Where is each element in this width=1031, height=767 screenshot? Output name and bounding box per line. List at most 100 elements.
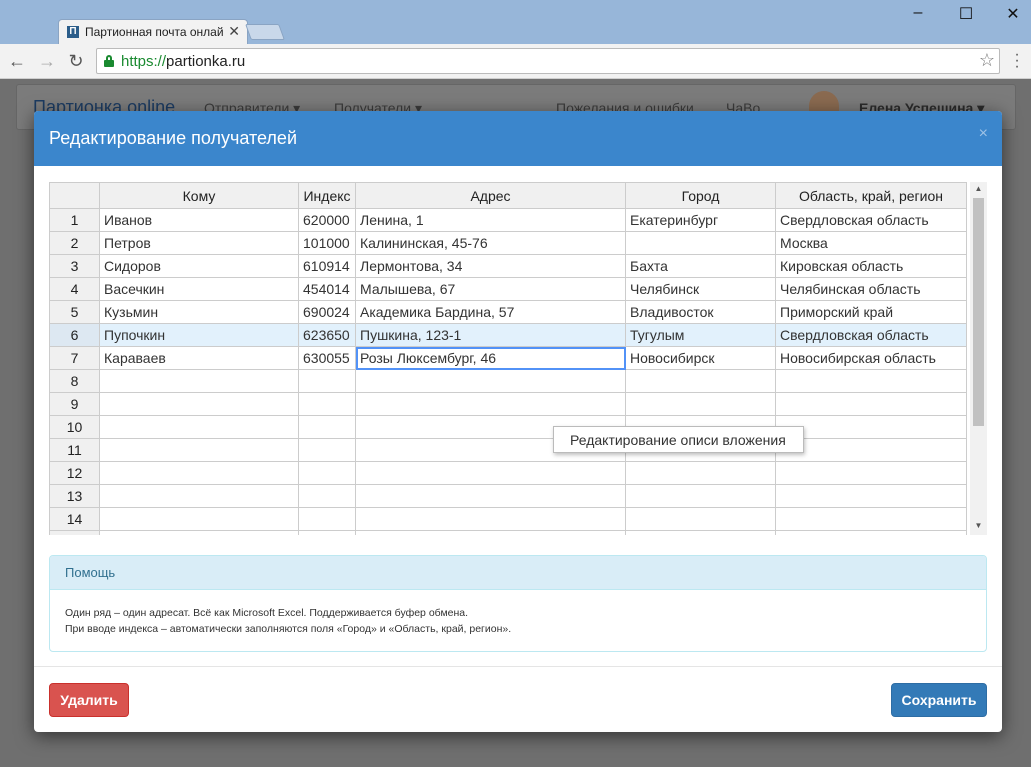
- cell-address[interactable]: [355, 507, 626, 531]
- cell-to[interactable]: [99, 392, 299, 416]
- cell-index[interactable]: [298, 369, 356, 393]
- cell-address[interactable]: [355, 530, 626, 535]
- column-header-address[interactable]: Адрес: [355, 182, 626, 209]
- cell-index[interactable]: [298, 484, 356, 508]
- row-number[interactable]: 11: [49, 438, 100, 462]
- column-header-index[interactable]: Индекс: [298, 182, 356, 209]
- row-number[interactable]: 3: [49, 254, 100, 278]
- cell-city[interactable]: [625, 461, 776, 485]
- cell-address[interactable]: Пушкина, 123-1: [355, 323, 626, 347]
- cell-city[interactable]: [625, 507, 776, 531]
- cell-address[interactable]: [355, 392, 626, 416]
- cell-region[interactable]: [775, 392, 967, 416]
- cell-city[interactable]: Тугулым: [625, 323, 776, 347]
- cell-to[interactable]: [99, 461, 299, 485]
- cell-city[interactable]: [625, 369, 776, 393]
- cell-region[interactable]: Челябинская область: [775, 277, 967, 301]
- cell-region[interactable]: Свердловская область: [775, 323, 967, 347]
- address-bar[interactable]: https://partionka.ru ☆: [96, 48, 1000, 74]
- cell-city[interactable]: Новосибирск: [625, 346, 776, 370]
- row-number[interactable]: 12: [49, 461, 100, 485]
- row-number[interactable]: 8: [49, 369, 100, 393]
- cell-region[interactable]: Новосибирская область: [775, 346, 967, 370]
- cell-to[interactable]: Караваев: [99, 346, 299, 370]
- cell-region[interactable]: [775, 369, 967, 393]
- cell-index[interactable]: 690024: [298, 300, 356, 324]
- cell-address[interactable]: Ленина, 1: [355, 208, 626, 232]
- cell-city[interactable]: Челябинск: [625, 277, 776, 301]
- cell-to[interactable]: Кузьмин: [99, 300, 299, 324]
- maximize-icon[interactable]: ☐: [954, 4, 978, 24]
- cell-city[interactable]: Владивосток: [625, 300, 776, 324]
- close-icon[interactable]: ×: [979, 125, 988, 143]
- cell-index[interactable]: 610914: [298, 254, 356, 278]
- cell-city[interactable]: [625, 530, 776, 535]
- reload-icon[interactable]: ↻: [65, 50, 87, 72]
- browser-menu-icon[interactable]: · · ·: [1010, 47, 1024, 75]
- grid-scrollbar[interactable]: ▲ ▼: [970, 182, 987, 535]
- row-number[interactable]: 6: [49, 323, 100, 347]
- row-number[interactable]: 1: [49, 208, 100, 232]
- column-header-to[interactable]: Кому: [99, 182, 299, 209]
- cell-to[interactable]: [99, 507, 299, 531]
- cell-city[interactable]: Екатеринбург: [625, 208, 776, 232]
- row-number[interactable]: 14: [49, 507, 100, 531]
- cell-region[interactable]: Свердловская область: [775, 208, 967, 232]
- close-tab-icon[interactable]: ✕: [228, 23, 240, 40]
- cell-index[interactable]: [298, 461, 356, 485]
- cell-index[interactable]: 620000: [298, 208, 356, 232]
- cell-region[interactable]: Приморский край: [775, 300, 967, 324]
- cell-address[interactable]: [355, 461, 626, 485]
- cell-region[interactable]: [775, 530, 967, 535]
- forward-arrow-icon[interactable]: →: [36, 50, 58, 72]
- cell-region[interactable]: [775, 415, 967, 439]
- scrollbar-thumb[interactable]: [973, 198, 984, 426]
- row-number[interactable]: 13: [49, 484, 100, 508]
- cell-region[interactable]: [775, 438, 967, 462]
- row-number[interactable]: 5: [49, 300, 100, 324]
- cell-city[interactable]: Бахта: [625, 254, 776, 278]
- delete-button[interactable]: Удалить: [49, 683, 129, 717]
- cell-to[interactable]: Иванов: [99, 208, 299, 232]
- row-number[interactable]: 9: [49, 392, 100, 416]
- scroll-up-icon[interactable]: ▲: [970, 182, 987, 196]
- cell-to[interactable]: [99, 415, 299, 439]
- cell-city[interactable]: [625, 392, 776, 416]
- cell-to[interactable]: Васечкин: [99, 277, 299, 301]
- cell-address[interactable]: Академика Бардина, 57: [355, 300, 626, 324]
- browser-tab[interactable]: П Партионная почта онлай ✕: [58, 19, 248, 44]
- cell-index[interactable]: 101000: [298, 231, 356, 255]
- cell-index[interactable]: [298, 392, 356, 416]
- cell-to[interactable]: [99, 530, 299, 535]
- cell-address-active[interactable]: Розы Люксембург, 46: [355, 346, 626, 370]
- cell-address[interactable]: Малышева, 67: [355, 277, 626, 301]
- column-header-city[interactable]: Город: [625, 182, 776, 209]
- cell-region[interactable]: [775, 484, 967, 508]
- cell-index[interactable]: 623650: [298, 323, 356, 347]
- cell-address[interactable]: Лермонтова, 34: [355, 254, 626, 278]
- row-number[interactable]: 2: [49, 231, 100, 255]
- bookmark-star-icon[interactable]: ☆: [979, 50, 995, 71]
- cell-address[interactable]: [355, 484, 626, 508]
- cell-region[interactable]: Москва: [775, 231, 967, 255]
- back-arrow-icon[interactable]: ←: [6, 50, 28, 72]
- cell-region[interactable]: Кировская область: [775, 254, 967, 278]
- cell-to[interactable]: Сидоров: [99, 254, 299, 278]
- row-number[interactable]: 7: [49, 346, 100, 370]
- cell-city[interactable]: [625, 231, 776, 255]
- context-menu-edit-attachments[interactable]: Редактирование описи вложения: [553, 426, 804, 453]
- cell-to[interactable]: Пупочкин: [99, 323, 299, 347]
- cell-city[interactable]: [625, 484, 776, 508]
- close-window-icon[interactable]: ✕: [1001, 4, 1025, 24]
- cell-index[interactable]: [298, 530, 356, 535]
- save-button[interactable]: Сохранить: [891, 683, 987, 717]
- cell-index[interactable]: [298, 438, 356, 462]
- column-header-region[interactable]: Область, край, регион: [775, 182, 967, 209]
- cell-index[interactable]: [298, 507, 356, 531]
- cell-index[interactable]: 454014: [298, 277, 356, 301]
- minimize-icon[interactable]: –: [906, 4, 930, 24]
- corner-header[interactable]: [49, 182, 100, 209]
- row-number[interactable]: 15: [49, 530, 100, 535]
- cell-to[interactable]: Петров: [99, 231, 299, 255]
- cell-index[interactable]: [298, 415, 356, 439]
